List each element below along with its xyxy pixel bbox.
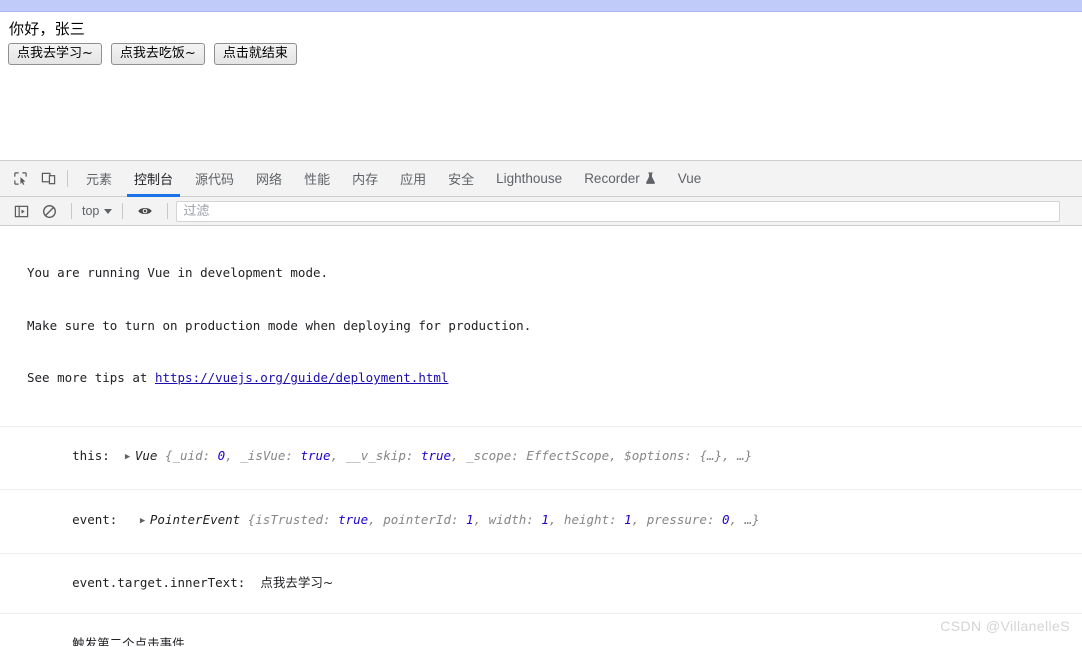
tab-label: 应用: [400, 173, 427, 188]
tab-label: 元素: [86, 173, 113, 188]
inspect-element-icon[interactable]: [6, 165, 34, 193]
go-study-button[interactable]: 点我去学习~: [8, 43, 102, 65]
tab-label: 网络: [256, 173, 283, 188]
tab-vue[interactable]: Vue: [667, 161, 713, 197]
tab-security[interactable]: 安全: [437, 161, 485, 197]
console-toolbar: top: [0, 197, 1082, 226]
live-expression-eye-icon[interactable]: [131, 197, 159, 225]
prop-value: 1: [466, 511, 474, 527]
page-viewport: 你好，张三 点我去学习~ 点我去吃饭~ 点击就结束: [0, 12, 1082, 160]
object-name: PointerEvent: [149, 511, 241, 527]
warning-line-3-text: See more tips at: [27, 370, 155, 385]
console-sidebar-icon[interactable]: [7, 197, 35, 225]
warning-line-2: Make sure to turn on production mode whe…: [27, 317, 532, 333]
tab-network[interactable]: 网络: [245, 161, 293, 197]
go-eat-button[interactable]: 点我去吃饭~: [110, 43, 205, 65]
prop-value: EffectScope: [526, 448, 610, 463]
tab-console[interactable]: 控制台: [123, 161, 184, 197]
prop-key: width: [488, 511, 527, 527]
prop-value: true: [300, 448, 331, 463]
prop-value: true: [338, 511, 369, 527]
preview-close: , …}: [722, 448, 753, 463]
deployment-doc-link[interactable]: https://vuejs.org/guide/deployment.html: [155, 370, 449, 385]
console-message-this-vue: this: ▶ Vue {_uid: 0, _isVue: true, __v_s…: [0, 427, 1082, 490]
tab-recorder[interactable]: Recorder: [573, 161, 667, 197]
prop-value: 0: [722, 511, 730, 527]
message-label: 触发第二个点击事件: [72, 635, 185, 647]
message-value: 点我去学习~: [260, 575, 334, 590]
prop-key: $options: [624, 448, 685, 463]
expand-triangle-icon[interactable]: ▶: [125, 449, 135, 467]
toolbar-divider-2: [122, 203, 124, 219]
object-name: Vue: [134, 448, 158, 463]
page-button-row: 点我去学习~ 点我去吃饭~ 点击就结束: [8, 43, 297, 65]
tab-label: Vue: [677, 171, 702, 186]
tab-label: 控制台: [134, 173, 174, 188]
page-title: 你好，张三: [9, 20, 86, 38]
preview-open: {: [157, 448, 173, 463]
prop-key: isTrusted: [255, 511, 323, 527]
prop-key: _isVue: [240, 448, 286, 463]
execution-context-selector[interactable]: top: [80, 204, 114, 218]
prop-key: pressure: [646, 511, 707, 527]
tab-label: 安全: [448, 173, 475, 188]
prop-key: _scope: [466, 448, 512, 463]
message-label: event:: [72, 511, 118, 527]
tab-performance[interactable]: 性能: [293, 161, 341, 197]
chevron-down-icon: [104, 208, 113, 214]
preview-close: , …}: [729, 511, 760, 527]
prop-key: __v_skip: [345, 448, 406, 463]
watermark: CSDN @VillanelleS: [940, 618, 1070, 634]
browser-chrome-strip: [0, 0, 1082, 12]
preview-open: {: [240, 511, 256, 527]
tab-label: 内存: [352, 173, 379, 188]
tab-label: 性能: [304, 173, 331, 188]
prop-key: height: [563, 511, 610, 527]
prop-value: 1: [624, 511, 632, 527]
console-message-innertext: event.target.innerText: 点我去学习~: [0, 554, 1082, 614]
console-message-list: You are running Vue in development mode.…: [0, 226, 1082, 646]
filter-input[interactable]: [176, 200, 1061, 222]
tabstrip-divider: [67, 170, 68, 187]
console-message-second-click: 触发第二个点击事件: [0, 614, 1082, 647]
prop-key: pointerId: [383, 511, 451, 527]
clear-console-icon[interactable]: [35, 197, 63, 225]
expand-triangle-icon[interactable]: ▶: [140, 513, 150, 531]
tab-label: Lighthouse: [496, 171, 563, 186]
devtools-panel: 元素 控制台 源代码 网络 性能 内存 应用 安全 Lighthouse Rec…: [0, 160, 1082, 647]
tab-sources[interactable]: 源代码: [184, 161, 245, 197]
tab-label: Recorder: [584, 171, 640, 186]
tab-application[interactable]: 应用: [389, 161, 437, 197]
warning-line-3: See more tips at https://vuejs.org/guide…: [27, 369, 1082, 387]
tab-elements[interactable]: 元素: [75, 161, 123, 197]
experimental-flask-icon: [645, 172, 656, 185]
message-label: this:: [72, 448, 110, 463]
prop-value: {…}: [699, 448, 723, 463]
execution-context-label: top: [82, 204, 100, 218]
tab-lighthouse[interactable]: Lighthouse: [485, 161, 573, 197]
toolbar-divider: [71, 203, 72, 219]
end-button[interactable]: 点击就结束: [213, 43, 297, 65]
prop-value: true: [420, 448, 452, 463]
prop-value: 1: [541, 511, 549, 527]
tab-label: 源代码: [195, 173, 235, 188]
message-label: event.target.innerText:: [72, 575, 246, 590]
device-toolbar-icon[interactable]: [34, 165, 62, 193]
warning-line-1: You are running Vue in development mode.: [27, 265, 329, 280]
console-message-vue-warning: You are running Vue in development mode.…: [0, 226, 1082, 427]
console-message-event-pointerevent: event: ▶ PointerEvent {isTrusted: true, p…: [0, 490, 1082, 554]
toolbar-divider-3: [167, 203, 169, 219]
tab-memory[interactable]: 内存: [341, 161, 389, 197]
devtools-tabstrip: 元素 控制台 源代码 网络 性能 内存 应用 安全 Lighthouse Rec…: [0, 161, 1082, 197]
prop-key: _uid: [172, 448, 203, 463]
